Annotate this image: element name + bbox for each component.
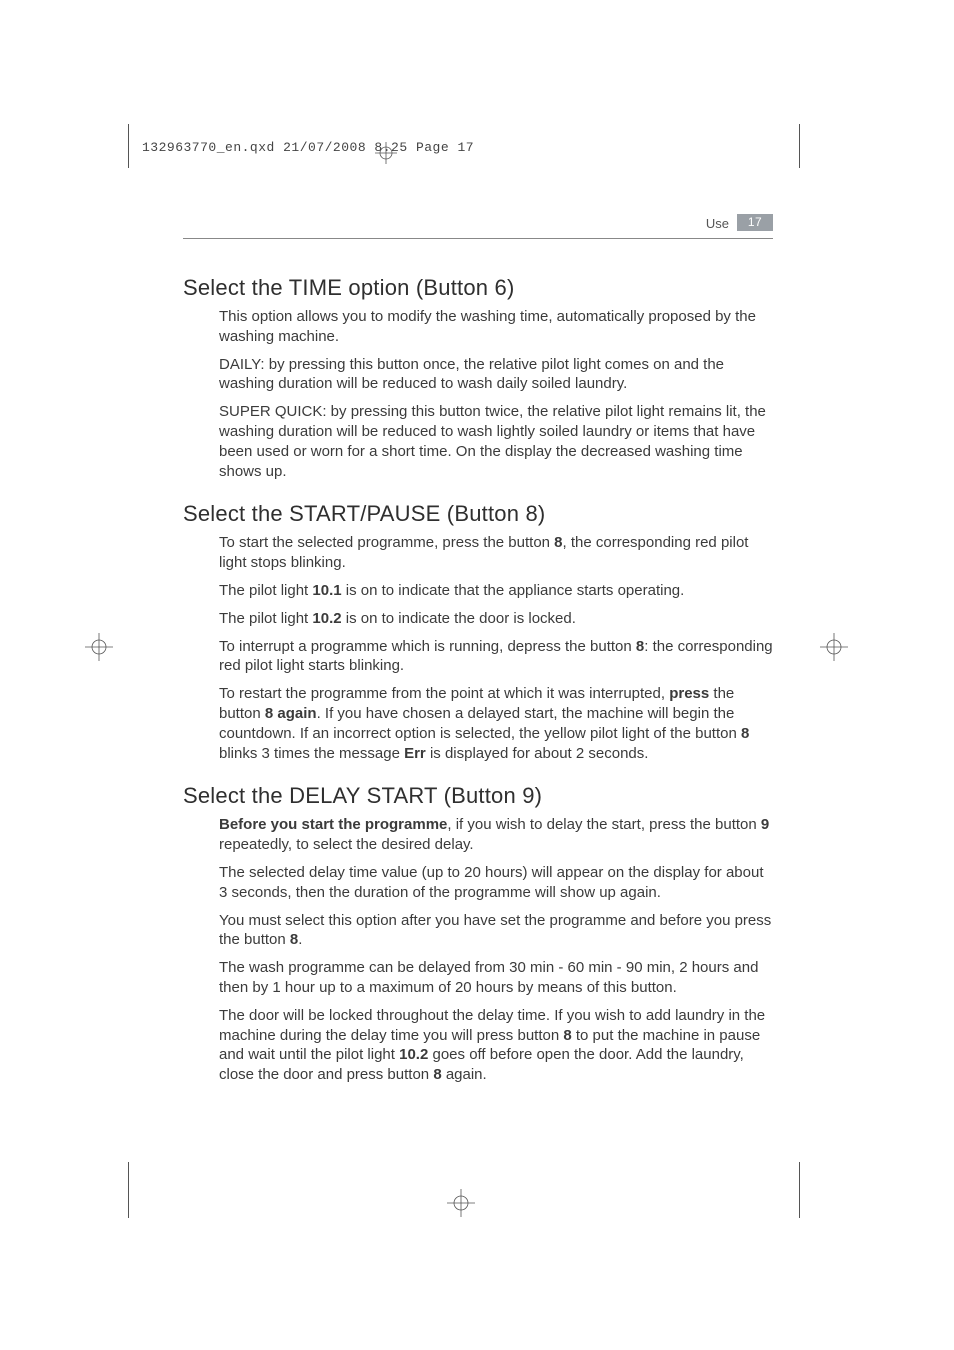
bold-text: 10.2: [399, 1046, 428, 1063]
bold-text: 8: [554, 534, 562, 551]
bold-text: Before you start the programme: [219, 816, 447, 833]
bold-text: Err: [404, 745, 426, 762]
body-paragraph: The pilot light 10.2 is on to indicate t…: [219, 609, 773, 629]
body-paragraph: To start the selected programme, press t…: [219, 533, 773, 573]
body-paragraph: The door will be locked throughout the d…: [219, 1006, 773, 1085]
bold-text: 8: [741, 725, 749, 742]
body-paragraph: DAILY: by pressing this button once, the…: [219, 355, 773, 395]
crop-mark: [799, 124, 800, 168]
crop-mark: [799, 1162, 800, 1218]
body-paragraph: Before you start the programme, if you w…: [219, 815, 773, 855]
section-heading: Select the TIME option (Button 6): [183, 275, 773, 301]
bold-text: 8: [433, 1066, 441, 1083]
section-heading: Select the DELAY START (Button 9): [183, 783, 773, 809]
bold-text: 8: [563, 1027, 571, 1044]
body-paragraph: The pilot light 10.1 is on to indicate t…: [219, 581, 773, 601]
registration-mark-icon: [375, 142, 397, 164]
section-body: Before you start the programme, if you w…: [219, 815, 773, 1085]
registration-mark-icon: [447, 1189, 475, 1217]
bold-text: 9: [761, 816, 769, 833]
body-paragraph: The wash programme can be delayed from 3…: [219, 958, 773, 998]
page-content: Use 17 Select the TIME option (Button 6)…: [183, 218, 773, 1093]
body-paragraph: You must select this option after you ha…: [219, 911, 773, 951]
page-number-badge: 17: [737, 214, 773, 231]
section-heading: Select the START/PAUSE (Button 8): [183, 501, 773, 527]
running-header: Use 17: [183, 218, 773, 239]
bold-text: 8 again: [265, 705, 317, 722]
bold-text: 8: [636, 638, 644, 655]
bold-text: 10.1: [312, 582, 341, 599]
registration-mark-icon: [820, 633, 848, 661]
registration-mark-icon: [85, 633, 113, 661]
crop-mark: [128, 124, 129, 168]
section-body: To start the selected programme, press t…: [219, 533, 773, 763]
bold-text: 10.2: [312, 610, 341, 627]
body-paragraph: To interrupt a programme which is runnin…: [219, 637, 773, 677]
bold-text: 8: [290, 931, 298, 948]
body-paragraph: SUPER QUICK: by pressing this button twi…: [219, 402, 773, 481]
section-body: This option allows you to modify the was…: [219, 307, 773, 481]
body-paragraph: The selected delay time value (up to 20 …: [219, 863, 773, 903]
body-paragraph: To restart the programme from the point …: [219, 684, 773, 763]
bold-text: press: [669, 685, 709, 702]
body-paragraph: This option allows you to modify the was…: [219, 307, 773, 347]
header-section-label: Use: [706, 216, 729, 231]
crop-mark: [128, 1162, 129, 1218]
doc-slug: 132963770_en.qxd 21/07/2008 8.25 Page 17: [142, 140, 474, 155]
